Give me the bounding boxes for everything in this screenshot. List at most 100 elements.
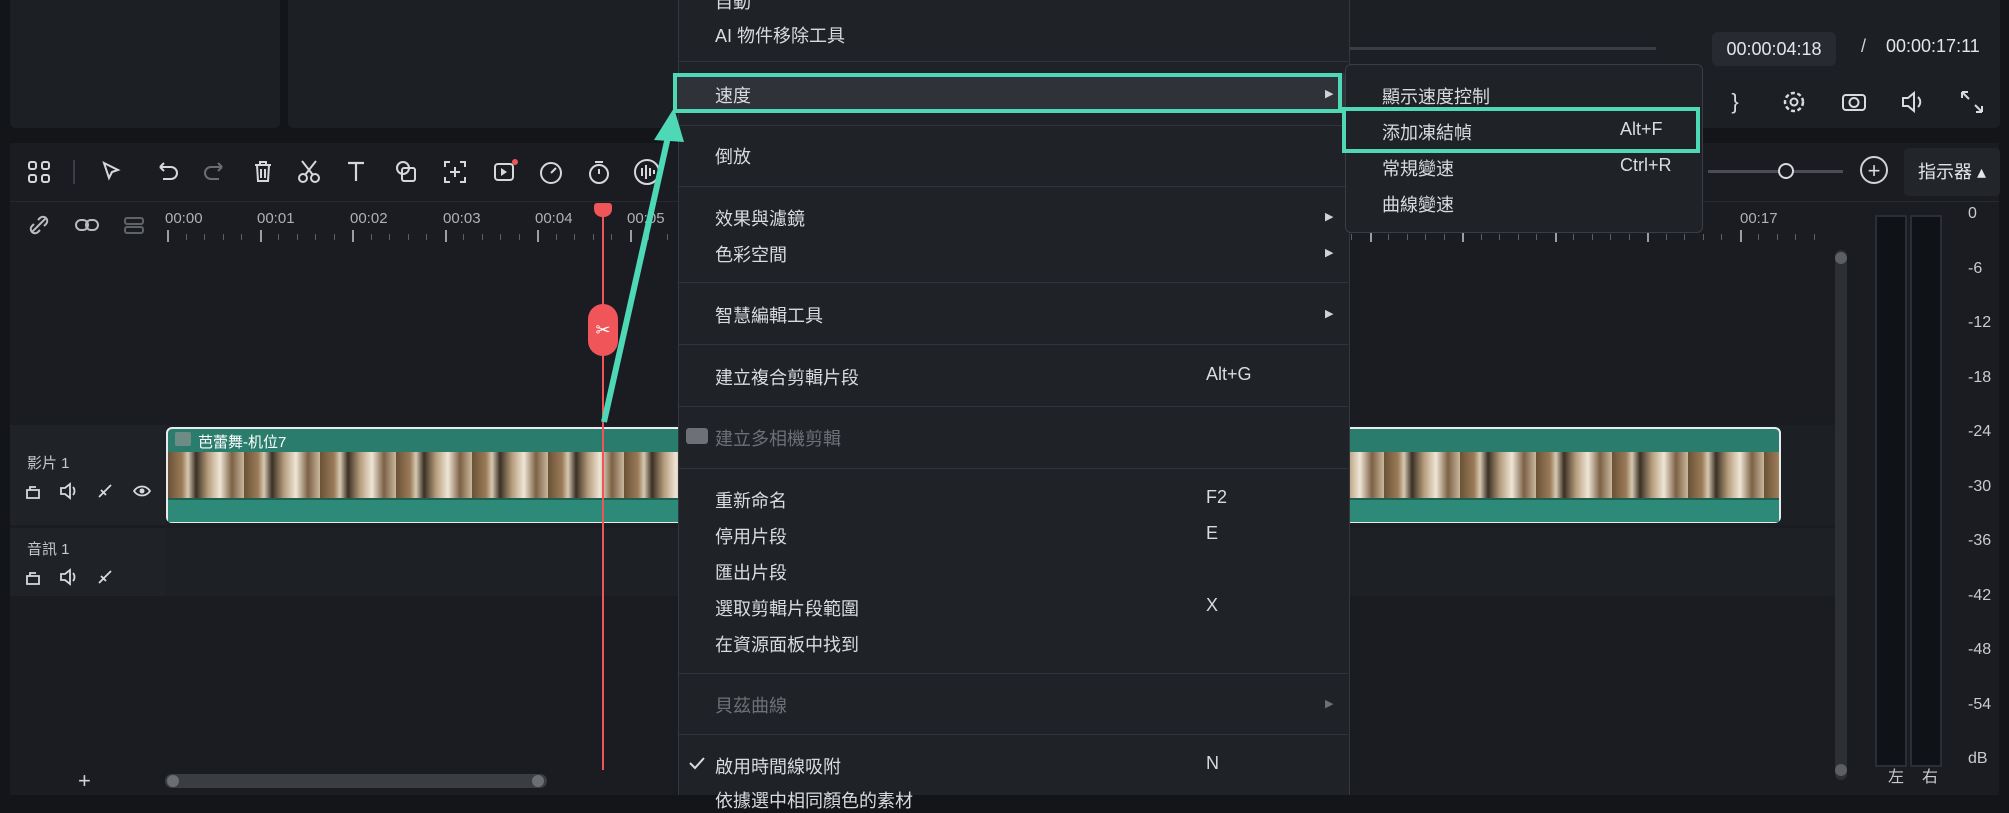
- meter-scale-label: -24: [1968, 423, 1992, 440]
- ruler-minor-tick: [1813, 234, 1815, 240]
- meter-scale-label: -54: [1968, 695, 1992, 713]
- menu-item-rename[interactable]: 重新命名: [715, 487, 787, 513]
- ruler-minor-tick: [1610, 234, 1611, 240]
- scrollbar-right-handle[interactable]: [532, 775, 544, 787]
- ruler-minor-tick: [463, 234, 464, 240]
- clip-type-icon: [175, 432, 191, 446]
- audio-track-label: 音訊 1: [27, 541, 70, 558]
- audio-track-mute-icon[interactable]: [59, 568, 79, 586]
- menu-item-select-same-color[interactable]: 依據選中相同顏色的素材: [715, 787, 913, 813]
- settings-icon[interactable]: [1778, 86, 1810, 118]
- menu-item-export-clip[interactable]: 匯出片段: [715, 559, 787, 585]
- shortcut-uniform-speed: Ctrl+R: [1620, 155, 1672, 175]
- submenu-item-show-speed[interactable]: 顯示速度控制: [1382, 83, 1490, 109]
- menu-divider: [678, 61, 1348, 62]
- ruler-label: 00:04: [535, 210, 573, 227]
- submenu-item-curve-speed[interactable]: 曲線變速: [1382, 191, 1454, 217]
- ai-video-icon[interactable]: [488, 155, 522, 189]
- menu-item-multicam[interactable]: 建立多相機剪輯: [715, 425, 841, 451]
- menu-item-effects[interactable]: 效果與濾鏡: [715, 205, 805, 231]
- meter-scale-label: -12: [1968, 314, 1992, 331]
- menu-item-enable-snap[interactable]: 啟用時間線吸附: [715, 753, 841, 779]
- menu-divider: [678, 734, 1348, 735]
- menu-divider: [678, 406, 1348, 407]
- track-visibility-icon[interactable]: [132, 482, 152, 500]
- meter-right-bar: [1910, 215, 1942, 767]
- menu-divider: [678, 468, 1348, 469]
- vscroll-top-handle[interactable]: [1835, 252, 1847, 264]
- zoom-slider-knob[interactable]: [1778, 163, 1794, 179]
- submenu-arrow-icon: ▶: [1325, 247, 1334, 259]
- menu-item-smart-tools[interactable]: 智慧編輯工具: [715, 302, 823, 328]
- track-manage-icon[interactable]: [121, 212, 147, 238]
- scissors-icon[interactable]: [292, 155, 326, 189]
- redo-icon[interactable]: [198, 155, 232, 189]
- meter-right-label: 右: [1922, 769, 1939, 786]
- menu-item-bezier[interactable]: 貝茲曲線: [715, 692, 787, 718]
- unlink-icon[interactable]: [26, 212, 52, 238]
- add-track-button[interactable]: +: [78, 768, 91, 794]
- crop-icon[interactable]: [438, 155, 472, 189]
- menu-divider: [678, 673, 1348, 674]
- meter-scale-label: -30: [1968, 477, 1992, 495]
- speed-icon[interactable]: [534, 155, 568, 189]
- ruler-label: 00:03: [443, 210, 481, 227]
- meter-left-bar: [1875, 215, 1907, 767]
- current-timecode: 00:00:04:18: [1712, 32, 1836, 66]
- track-mute-icon[interactable]: [59, 482, 79, 500]
- meter-toggle-button[interactable]: 指示器 ▴: [1904, 148, 2000, 196]
- ruler-major-tick: [352, 230, 354, 242]
- ruler-minor-tick: [574, 234, 575, 240]
- scrollbar-left-handle[interactable]: [167, 775, 179, 787]
- menu-item-ai-object-removal[interactable]: AI 物件移除工具: [715, 22, 845, 48]
- ruler-minor-tick: [204, 234, 205, 240]
- link-icon[interactable]: [73, 212, 101, 238]
- video-track-label: 影片 1: [27, 455, 70, 472]
- ruler-minor-tick: [1628, 234, 1630, 240]
- ruler-minor-tick: [315, 234, 316, 240]
- meter-scale-label: -36: [1968, 532, 1992, 549]
- timecode-separator: /: [1861, 36, 1867, 56]
- select-icon[interactable]: [95, 155, 129, 189]
- undo-icon[interactable]: [150, 155, 184, 189]
- audio-track-ai-icon[interactable]: [96, 568, 114, 586]
- track-lock-icon[interactable]: [24, 482, 42, 500]
- menu-divider: [678, 186, 1348, 187]
- bracket-close-icon[interactable]: }: [1719, 86, 1751, 118]
- timeline-vertical-scrollbar[interactable]: [1835, 250, 1847, 780]
- volume-icon[interactable]: [1897, 86, 1929, 118]
- shape-icon[interactable]: [390, 155, 424, 189]
- ruler-minor-tick: [1776, 234, 1778, 240]
- submenu-item-uniform-speed[interactable]: 常規變速: [1382, 155, 1454, 181]
- menu-item-select-range[interactable]: 選取剪輯片段範圍: [715, 595, 859, 621]
- grid-icon[interactable]: [22, 155, 56, 189]
- shortcut-enable-snap: N: [1206, 753, 1219, 773]
- zoom-slider[interactable]: [1708, 170, 1843, 173]
- menu-item-disable-clip[interactable]: 停用片段: [715, 523, 787, 549]
- delete-icon[interactable]: [246, 155, 280, 189]
- zoom-in-button[interactable]: +: [1860, 156, 1888, 184]
- meter-scale-label: -42: [1968, 586, 1992, 604]
- menu-item-compound-clip[interactable]: 建立複合剪輯片段: [715, 364, 859, 390]
- vscroll-bottom-handle[interactable]: [1835, 764, 1847, 776]
- ruler-major-tick: [167, 230, 169, 242]
- annotation-arrow: [601, 108, 684, 423]
- ruler-minor-tick: [222, 234, 224, 240]
- menu-item-reverse[interactable]: 倒放: [715, 143, 751, 169]
- track-hide-ai-icon[interactable]: [96, 482, 114, 500]
- player-progress-bar[interactable]: [1350, 47, 1656, 50]
- camera-icon[interactable]: [1838, 86, 1870, 118]
- context-menu: [678, 0, 1350, 795]
- meter-left-label: 左: [1888, 769, 1905, 786]
- timeline-horizontal-scrollbar[interactable]: [165, 774, 547, 788]
- menu-item-color-space[interactable]: 色彩空間: [715, 241, 787, 267]
- ruler-minor-tick: [1684, 234, 1685, 240]
- total-timecode: 00:00:17:11: [1886, 36, 1980, 56]
- fullscreen-icon[interactable]: [1956, 86, 1988, 118]
- menu-item-find-in-media[interactable]: 在資源面板中找到: [715, 631, 859, 657]
- ruler-minor-tick: [518, 234, 520, 240]
- menu-item-auto[interactable]: 自動: [715, 0, 751, 14]
- audio-track-lock-icon[interactable]: [24, 568, 42, 586]
- text-icon[interactable]: [340, 155, 374, 189]
- speed-highlight-box: [673, 73, 1342, 113]
